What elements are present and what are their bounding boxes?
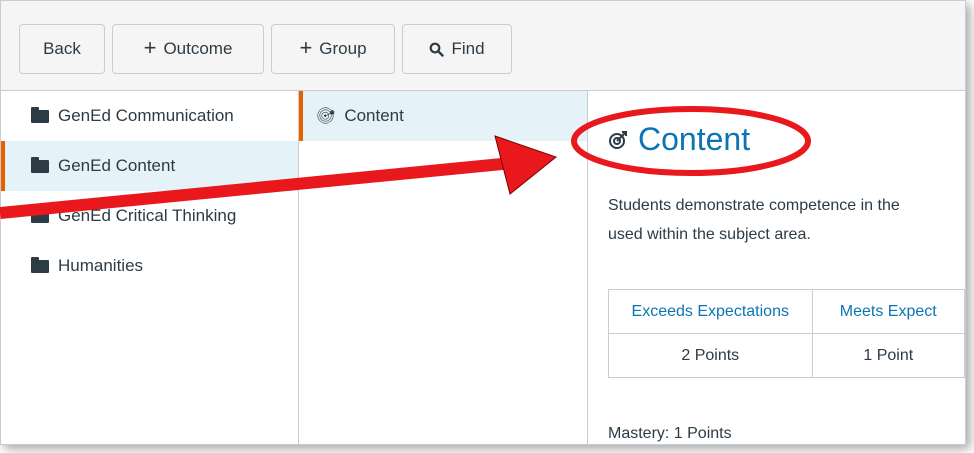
outcome-icon: [609, 130, 627, 149]
rating-points: 2 Points: [608, 333, 813, 378]
add-group-button[interactable]: + Group: [271, 24, 395, 74]
folder-icon: [31, 106, 49, 123]
rating-title: Exceeds Expectations: [608, 289, 813, 334]
description-line: Students demonstrate competence in the: [608, 197, 900, 214]
rubric-table: Exceeds Expectations Meets Expect 2 Poin…: [608, 289, 965, 378]
folder-icon: [31, 206, 49, 223]
group-item-label: GenEd Communication: [58, 106, 234, 125]
toolbar: Back + Outcome + Group Find: [1, 1, 965, 91]
folder-icon: [31, 156, 49, 173]
search-icon: [430, 42, 445, 57]
group-item-gened-communication[interactable]: GenEd Communication: [1, 91, 298, 141]
add-outcome-label: Outcome: [163, 39, 233, 58]
group-item-label: GenEd Content: [58, 156, 176, 175]
find-button-label: Find: [451, 39, 485, 58]
group-item-gened-critical-thinking[interactable]: GenEd Critical Thinking: [1, 191, 298, 241]
group-item-humanities[interactable]: Humanities: [1, 241, 298, 291]
add-group-label: Group: [319, 39, 367, 58]
group-item-label: GenEd Critical Thinking: [58, 206, 237, 225]
rating-title: Meets Expect: [811, 289, 965, 334]
outcomes-window: Back + Outcome + Group Find GenEd Commun…: [0, 0, 966, 445]
add-outcome-button[interactable]: + Outcome: [112, 24, 264, 74]
find-button[interactable]: Find: [402, 24, 512, 74]
group-item-label: Humanities: [58, 256, 144, 275]
back-button-label: Back: [43, 39, 81, 58]
group-list: GenEd Communication GenEd Content GenEd …: [1, 91, 299, 444]
outcome-item-label: Content: [344, 106, 404, 125]
rating-points: 1 Point: [811, 333, 965, 378]
plus-icon: +: [143, 35, 157, 60]
description-line: used within the subject area.: [608, 226, 811, 243]
rubric-points-row: 2 Points 1 Point: [608, 333, 965, 378]
folder-icon: [31, 256, 49, 273]
outcome-description: Students demonstrate competence in the u…: [608, 191, 965, 249]
plus-icon: +: [299, 35, 313, 60]
outcome-icon: 🎯︎: [316, 108, 337, 125]
back-button[interactable]: Back: [19, 24, 105, 74]
group-item-gened-content[interactable]: GenEd Content: [1, 141, 298, 191]
outcome-list: 🎯︎ Content: [299, 91, 588, 444]
outcome-item-content[interactable]: 🎯︎ Content: [299, 91, 587, 141]
outcome-detail: Content Students demonstrate competence …: [588, 91, 965, 444]
mastery-text: Mastery: 1 Points: [608, 425, 732, 442]
outcome-title: Content: [608, 121, 750, 158]
rubric-title-row: Exceeds Expectations Meets Expect: [608, 289, 965, 334]
outcome-title-text: Content: [638, 121, 751, 157]
